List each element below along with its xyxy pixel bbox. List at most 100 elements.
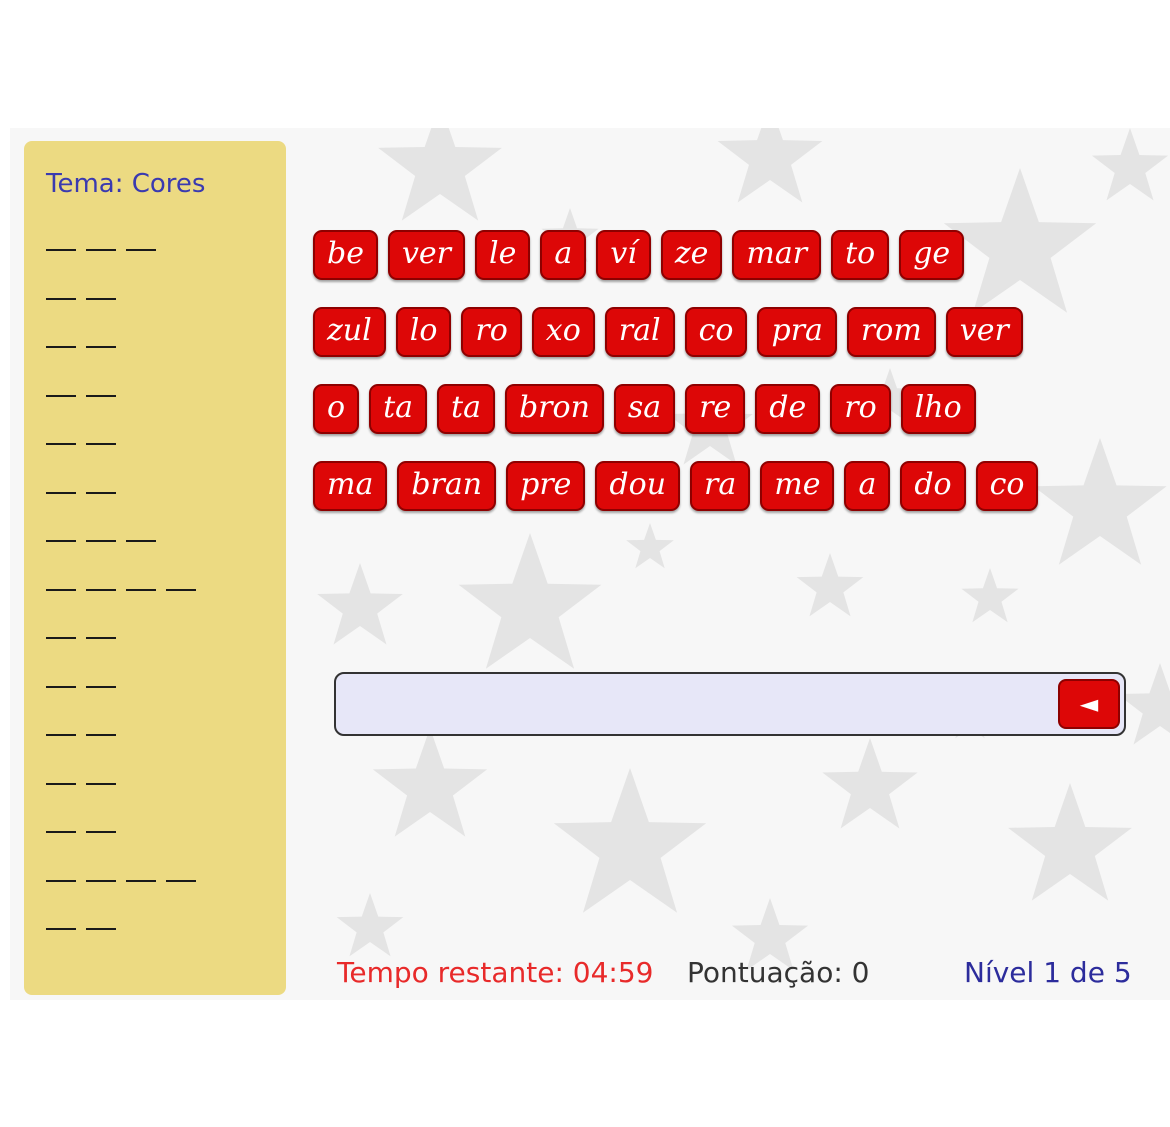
syllable-blank [46,734,76,736]
syllable-tile[interactable]: rom [846,307,936,357]
syllable-blank [86,491,116,494]
syllable-blank [126,588,156,591]
syllable-tile[interactable]: lho [900,384,976,434]
backspace-button[interactable]: ◄ [1058,679,1120,729]
syllable-tile[interactable]: ro [461,307,522,357]
syllable-tile[interactable]: ver [945,307,1023,357]
syllable-tile[interactable]: me [760,461,835,511]
backspace-icon: ◄ [1079,690,1099,718]
syllable-tile[interactable]: zul [313,307,386,357]
syllable-tile[interactable]: dou [595,461,681,511]
syllable-tile[interactable]: pra [757,307,837,357]
syllable-blank [86,782,116,785]
syllable-tile[interactable]: a [540,230,587,280]
syllable-blank [46,588,76,591]
word-slot-list [46,249,206,977]
syllable-blank [86,540,116,542]
word-slot [46,249,206,298]
syllable-blank [86,928,116,930]
word-slot [46,831,206,880]
syllable-blank [46,928,76,930]
word-slot [46,782,206,832]
syllable-tile[interactable]: xo [531,307,595,357]
word-slot [46,394,206,444]
word-slot [46,879,206,929]
syllable-blank [86,879,116,882]
syllable-blank [46,394,76,397]
syllable-blank [46,879,76,882]
word-slot [46,540,206,589]
syllable-blank [46,346,76,348]
syllable-tile[interactable]: co [684,307,748,357]
syllable-tile[interactable]: be [313,230,378,280]
game-board: Tema: Cores be ver le a ví ze mar to ge zul lo ro xo… [10,128,1170,1000]
tile-row: be ver le a ví ze mar to ge [313,230,1113,284]
syllable-blank [86,249,116,251]
syllable-tile[interactable]: ma [313,461,388,511]
syllable-tile[interactable]: ge [899,230,965,280]
tile-row: zul lo ro xo ral co pra rom ver [313,307,1113,361]
word-slot [46,685,206,735]
syllable-blank [46,685,76,688]
word-slot [46,588,206,638]
time-remaining: Tempo restante: 04:59 [337,956,654,989]
syllable-blank [86,685,116,688]
syllable-tile[interactable]: ver [387,230,466,280]
word-slot [46,734,206,783]
tile-row: ma bran pre dou ra me a do co [313,461,1113,515]
word-slot [46,491,206,541]
answer-input[interactable] [344,680,1048,730]
word-list-panel: Tema: Cores [24,141,286,995]
syllable-blank [46,249,76,251]
syllable-tile[interactable]: de [755,384,821,434]
syllable-tile[interactable]: ta [369,384,428,434]
syllable-blank [166,588,196,591]
syllable-blank [46,540,76,542]
syllable-blank [126,879,156,882]
syllable-blank [46,443,76,445]
syllable-tile[interactable]: le [475,230,531,280]
syllable-blank [126,540,156,542]
syllable-tile[interactable]: ro [830,384,891,434]
syllable-blank [46,782,76,785]
syllable-tile[interactable]: re [685,384,746,434]
syllable-tile[interactable]: o [313,384,360,434]
syllable-tile[interactable]: a [844,461,891,511]
syllable-tile[interactable]: ta [437,384,495,434]
word-slot [46,637,206,686]
syllable-tile[interactable]: bran [397,461,497,511]
tile-row: o ta ta bron sa re de ro lho [313,384,1113,438]
syllable-tile[interactable]: ra [690,461,751,511]
theme-title: Tema: Cores [46,169,206,199]
word-slot [46,443,206,492]
syllable-tile[interactable]: co [975,461,1039,511]
syllable-blank [126,249,156,251]
syllable-tile[interactable]: lo [395,307,452,357]
syllable-blank [86,734,116,736]
syllable-tile[interactable]: do [900,461,966,511]
syllable-tile[interactable]: ze [660,230,723,280]
syllable-blank [46,637,76,639]
word-slot [46,346,206,395]
syllable-blank [86,297,116,300]
score: Pontuação: 0 [687,956,870,989]
syllable-tile[interactable]: mar [732,230,822,280]
syllable-blank [86,346,116,348]
syllable-tile[interactable]: bron [504,384,604,434]
syllable-blank [46,297,76,300]
syllable-tile[interactable]: ví [596,230,651,280]
syllable-blank [86,831,116,833]
syllable-tiles: be ver le a ví ze mar to ge zul lo ro xo ral co pra rom v… [313,230,1113,538]
syllable-blank [86,394,116,397]
syllable-blank [86,443,116,445]
syllable-tile[interactable]: pre [506,461,586,511]
syllable-tile[interactable]: ral [604,307,675,357]
syllable-blank [46,831,76,833]
syllable-blank [46,491,76,494]
word-slot [46,928,206,977]
syllable-blank [86,637,116,639]
syllable-tile[interactable]: sa [613,384,676,434]
syllable-tile[interactable]: to [831,230,890,280]
syllable-blank [86,588,116,591]
word-slot [46,297,206,347]
